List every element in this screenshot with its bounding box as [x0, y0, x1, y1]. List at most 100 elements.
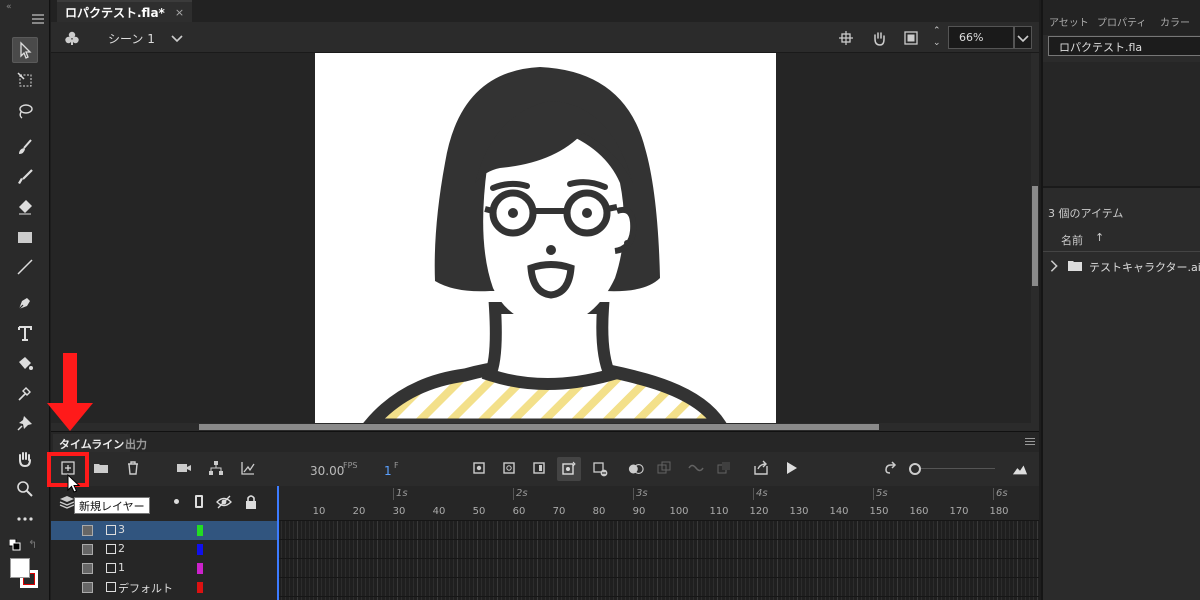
center-stage-icon[interactable]: [837, 29, 855, 47]
layer-outline-icon[interactable]: [106, 563, 116, 573]
clear-keyframe-icon[interactable]: [590, 459, 610, 479]
zoom-dropdown-icon[interactable]: [1014, 26, 1032, 49]
zoom-field[interactable]: 66%: [948, 26, 1014, 49]
layer-color-swatch[interactable]: [197, 544, 203, 555]
export-icon[interactable]: [751, 459, 771, 477]
layer-color-swatch[interactable]: [197, 582, 203, 593]
paint-bucket-tool-icon[interactable]: [12, 350, 38, 376]
insert-keyframe-icon[interactable]: [470, 459, 488, 477]
lock-icon[interactable]: [243, 494, 259, 510]
layer-name[interactable]: 3: [118, 523, 125, 536]
camera-icon[interactable]: [174, 458, 194, 478]
visibility-eye-icon[interactable]: [216, 494, 232, 510]
ruler-second-label: 3s: [636, 488, 648, 499]
fps-value[interactable]: 30.00: [310, 464, 344, 478]
insert-blank-keyframe-icon[interactable]: [500, 459, 518, 477]
close-tab-icon[interactable]: ×: [175, 6, 184, 19]
paint-brush-tool-icon[interactable]: [12, 134, 38, 160]
zoom-tool-icon[interactable]: [12, 476, 38, 502]
more-tools-icon[interactable]: [12, 506, 38, 532]
scene-icon[interactable]: [63, 29, 81, 47]
eyedropper-tool-icon[interactable]: [12, 380, 38, 406]
stage-canvas[interactable]: [315, 53, 776, 423]
pen-tool-icon[interactable]: [12, 290, 38, 316]
hand-tool-icon[interactable]: [12, 446, 38, 472]
play-icon[interactable]: [782, 459, 800, 477]
layer-outline-icon[interactable]: [106, 582, 116, 592]
sort-header[interactable]: 名前 ↑: [1043, 226, 1200, 252]
chevron-right-icon[interactable]: [1047, 258, 1061, 274]
parenting-icon[interactable]: [206, 458, 226, 478]
layer-row[interactable]: デフォルト: [51, 578, 277, 597]
layers-stack-icon[interactable]: [59, 494, 75, 510]
ruler-frame-label: 10: [312, 506, 326, 517]
layer-outline-icon[interactable]: [106, 525, 116, 535]
auto-keyframe-icon[interactable]: [557, 457, 581, 481]
frame-grid[interactable]: [277, 520, 1039, 600]
sort-up-icon[interactable]: ↑: [1095, 231, 1104, 244]
selection-tool-icon[interactable]: [12, 37, 38, 63]
loop-icon[interactable]: [881, 460, 899, 478]
highlight-column-icon[interactable]: [174, 499, 179, 504]
red-arrow-icon: [47, 353, 93, 431]
scene-name[interactable]: シーン 1: [108, 30, 155, 47]
swap-colors-icon[interactable]: ↰: [28, 538, 37, 551]
frame-value[interactable]: 1: [384, 464, 392, 478]
panel-menu-icon[interactable]: [32, 14, 44, 24]
layer-name[interactable]: 2: [118, 542, 125, 555]
zoom-slider-handle[interactable]: [909, 463, 921, 475]
brush-tool-icon[interactable]: [12, 164, 38, 190]
text-tool-icon[interactable]: [12, 320, 38, 346]
outline-column-icon[interactable]: [195, 495, 203, 508]
layer-name[interactable]: デフォルト: [118, 580, 173, 596]
clip-stage-icon[interactable]: [902, 29, 920, 47]
stage-area[interactable]: [51, 53, 1039, 423]
tab-color[interactable]: カラー: [1160, 14, 1190, 29]
frames-area[interactable]: 10 20 30 40 50 60 70 80 90 100 110 120 130 140 150 160 1…: [277, 486, 1039, 600]
layer-type-icon[interactable]: [82, 525, 93, 536]
rotate-stage-icon[interactable]: [869, 28, 889, 48]
layer-color-swatch[interactable]: [197, 525, 203, 536]
layer-outline-icon[interactable]: [106, 544, 116, 554]
document-name-field[interactable]: ロパクテスト.fla: [1048, 36, 1200, 56]
mountains-icon[interactable]: [1009, 460, 1031, 478]
sort-label: 名前: [1061, 234, 1083, 247]
delete-layer-icon[interactable]: [123, 458, 143, 478]
layer-row[interactable]: 2: [51, 540, 277, 559]
layer-name[interactable]: 1: [118, 561, 125, 574]
tab-assets[interactable]: アセット: [1049, 14, 1089, 29]
pin-tool-icon[interactable]: [12, 410, 38, 436]
layer-color-swatch[interactable]: [197, 563, 203, 574]
playhead[interactable]: [277, 486, 279, 600]
tab-properties[interactable]: プロパティ: [1097, 14, 1146, 29]
line-tool-icon[interactable]: [12, 254, 38, 280]
new-folder-icon[interactable]: [91, 458, 111, 478]
default-colors-icon[interactable]: [8, 538, 21, 551]
collapse-icon[interactable]: «: [6, 2, 12, 12]
insert-frame-icon[interactable]: [530, 459, 548, 477]
timeline-menu-icon[interactable]: [1025, 438, 1035, 446]
fit-frames-icon[interactable]: [715, 459, 733, 477]
stage-horizontal-scrollbar[interactable]: [51, 423, 1039, 431]
tab-output[interactable]: 出力: [119, 434, 153, 453]
layer-row[interactable]: 3: [51, 521, 277, 540]
layer-type-icon[interactable]: [82, 563, 93, 574]
layer-type-icon[interactable]: [82, 544, 93, 555]
document-tab[interactable]: ロパクテスト.fla* ×: [57, 0, 193, 22]
zoom-stepper-icon[interactable]: ⌃ ⌄: [933, 25, 941, 49]
onion-skin-icon[interactable]: [625, 459, 647, 479]
layer-row[interactable]: 1: [51, 559, 277, 578]
stage-vertical-scrollbar[interactable]: [1031, 53, 1039, 423]
fill-stroke-swatch[interactable]: [10, 558, 40, 590]
layer-type-icon[interactable]: [82, 582, 93, 593]
layer-depth-icon[interactable]: [238, 458, 258, 478]
link-icon[interactable]: [687, 459, 705, 477]
eraser-tool-icon[interactable]: [12, 194, 38, 220]
rectangle-tool-icon[interactable]: [12, 224, 38, 250]
free-transform-tool-icon[interactable]: [12, 67, 38, 93]
edit-multiple-frames-icon[interactable]: [655, 459, 673, 477]
folder-row[interactable]: テストキャラクター.ai: [1043, 255, 1200, 277]
chevron-down-icon[interactable]: [169, 30, 185, 46]
zoom-slider-track[interactable]: [921, 468, 995, 469]
lasso-tool-icon[interactable]: [12, 98, 38, 124]
